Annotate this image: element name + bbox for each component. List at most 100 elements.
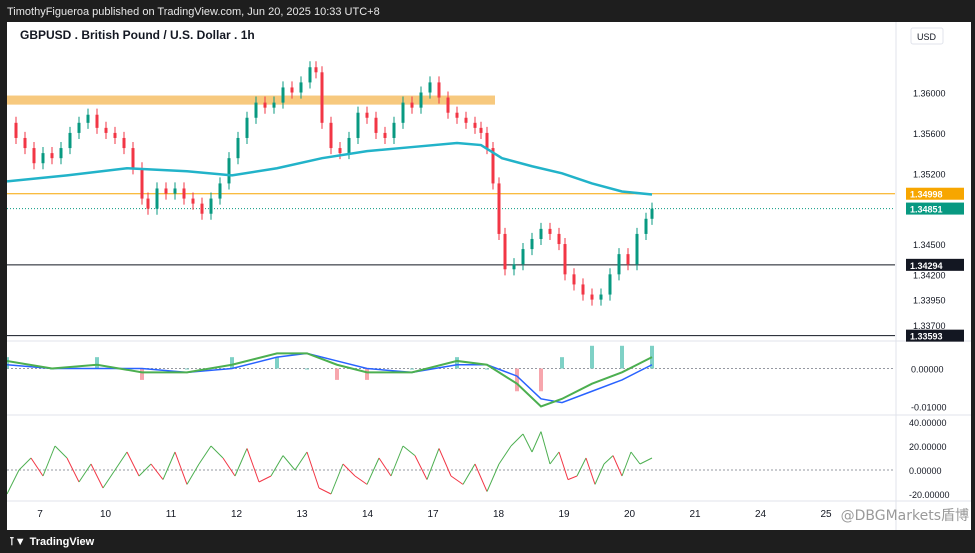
- macd-histogram-bar: [539, 368, 543, 392]
- macd-histogram-bar: [515, 368, 519, 392]
- candle-body: [548, 228, 552, 234]
- x-tick-label: 17: [427, 509, 439, 520]
- candle-body: [539, 228, 543, 239]
- rsi-segment: [174, 451, 188, 485]
- candle-body: [455, 112, 459, 118]
- candle-body: [617, 254, 621, 275]
- candle-body: [263, 102, 267, 108]
- price-marker-label: 1.34294: [910, 261, 943, 271]
- currency-label: USD: [917, 32, 937, 42]
- rsi-segment: [270, 455, 284, 477]
- candle-body: [146, 198, 150, 209]
- macd-line: [6, 352, 653, 408]
- x-tick-label: 25: [820, 509, 832, 520]
- rsi-pane: [6, 431, 895, 495]
- currency-badge[interactable]: USD: [910, 27, 944, 45]
- price-marker-label: 1.34851: [910, 205, 943, 215]
- candle-body: [245, 117, 249, 138]
- x-tick-label: 20: [624, 509, 636, 520]
- candle-body: [599, 294, 603, 300]
- rsi-segment: [90, 463, 104, 489]
- moving-average-layer: [6, 141, 653, 196]
- publish-header: TimothyFigueroa published on TradingView…: [0, 0, 975, 22]
- x-tick-label: 19: [558, 509, 570, 520]
- logo-text: TradingView: [29, 536, 95, 548]
- rsi-segment: [222, 457, 236, 477]
- candle-body: [401, 102, 405, 123]
- rsi-segment: [510, 433, 524, 447]
- rsi-segment: [621, 451, 632, 477]
- candle-body: [182, 188, 186, 199]
- rsi-segment: [78, 463, 92, 483]
- candle-body: [32, 148, 36, 164]
- rsi-segment: [42, 445, 56, 477]
- price-tick-label: 1.33700: [913, 321, 946, 331]
- rsi-segment: [30, 457, 44, 477]
- rsi-segment: [198, 445, 212, 465]
- price-tick-label: 1.35600: [913, 129, 946, 139]
- candle-body: [68, 132, 72, 149]
- publish-text: TimothyFigueroa published on TradingView…: [7, 6, 380, 18]
- candle-body: [563, 244, 567, 275]
- x-tick-label: 7: [37, 509, 43, 520]
- rsi-segment: [330, 463, 344, 495]
- tradingview-logo[interactable]: ⊺▼ TradingView: [9, 535, 94, 548]
- macd-histogram-bar: [95, 357, 99, 369]
- candle-body: [236, 137, 240, 159]
- x-tick-label: 12: [231, 509, 243, 520]
- candle-body: [503, 233, 507, 270]
- rsi-segment: [258, 475, 272, 483]
- rsi-segment: [594, 463, 605, 485]
- rsi-segment: [318, 487, 332, 495]
- candle-body: [140, 168, 144, 199]
- rsi-segment: [612, 455, 623, 477]
- candle-body: [650, 208, 654, 219]
- candle-body: [521, 249, 525, 265]
- price-tick-label: 1.36000: [913, 89, 946, 99]
- rsi-segment: [246, 448, 260, 483]
- candle-body: [581, 284, 585, 295]
- candle-body: [227, 158, 231, 184]
- rsi-segment: [567, 475, 578, 481]
- macd-histogram-bar: [275, 357, 279, 369]
- rsi-segment: [540, 431, 551, 465]
- rsi-segment: [54, 445, 68, 459]
- candle-body: [308, 67, 312, 83]
- horizontal-lines-layer: [7, 193, 895, 337]
- rsi-segment: [6, 469, 20, 495]
- candle-body: [104, 127, 108, 133]
- rsi-segment: [576, 457, 587, 477]
- rsi-segment: [531, 431, 542, 453]
- rsi-segment: [186, 463, 200, 485]
- rsi-segment: [558, 451, 569, 480]
- candle-body: [485, 132, 489, 149]
- rsi-segment: [378, 457, 392, 477]
- candle-body: [479, 127, 483, 133]
- moving-average-line: [6, 141, 653, 196]
- candle-body: [446, 97, 450, 113]
- candle-body: [419, 92, 423, 108]
- rsi-segment: [366, 457, 380, 485]
- candle-body: [41, 153, 45, 164]
- candle-body: [572, 274, 576, 285]
- candle-body: [173, 188, 177, 194]
- candle-body: [86, 114, 90, 123]
- macd-histogram-bar: [455, 357, 459, 369]
- candle-body: [557, 233, 561, 245]
- candle-body: [14, 122, 18, 138]
- x-tick-label: 14: [362, 509, 374, 520]
- candle-body: [338, 148, 342, 154]
- price-tick-label: 1.33950: [913, 296, 946, 306]
- chart-svg[interactable]: 7 10 11 12 13 14 17 18 19 20 21 24 25 1.36000 1.35600 1…: [5, 22, 971, 530]
- candle-body: [77, 122, 81, 133]
- rsi-segment: [585, 457, 596, 485]
- price-tick-label: 1.35200: [913, 169, 946, 179]
- candle-body: [590, 294, 594, 300]
- candle-body: [191, 198, 195, 204]
- candle-body: [464, 117, 468, 123]
- candle-body: [164, 188, 168, 194]
- candle-body: [410, 102, 414, 108]
- macd-histogram-bar: [590, 345, 594, 369]
- candle-body: [272, 102, 276, 108]
- candle-body: [131, 148, 135, 169]
